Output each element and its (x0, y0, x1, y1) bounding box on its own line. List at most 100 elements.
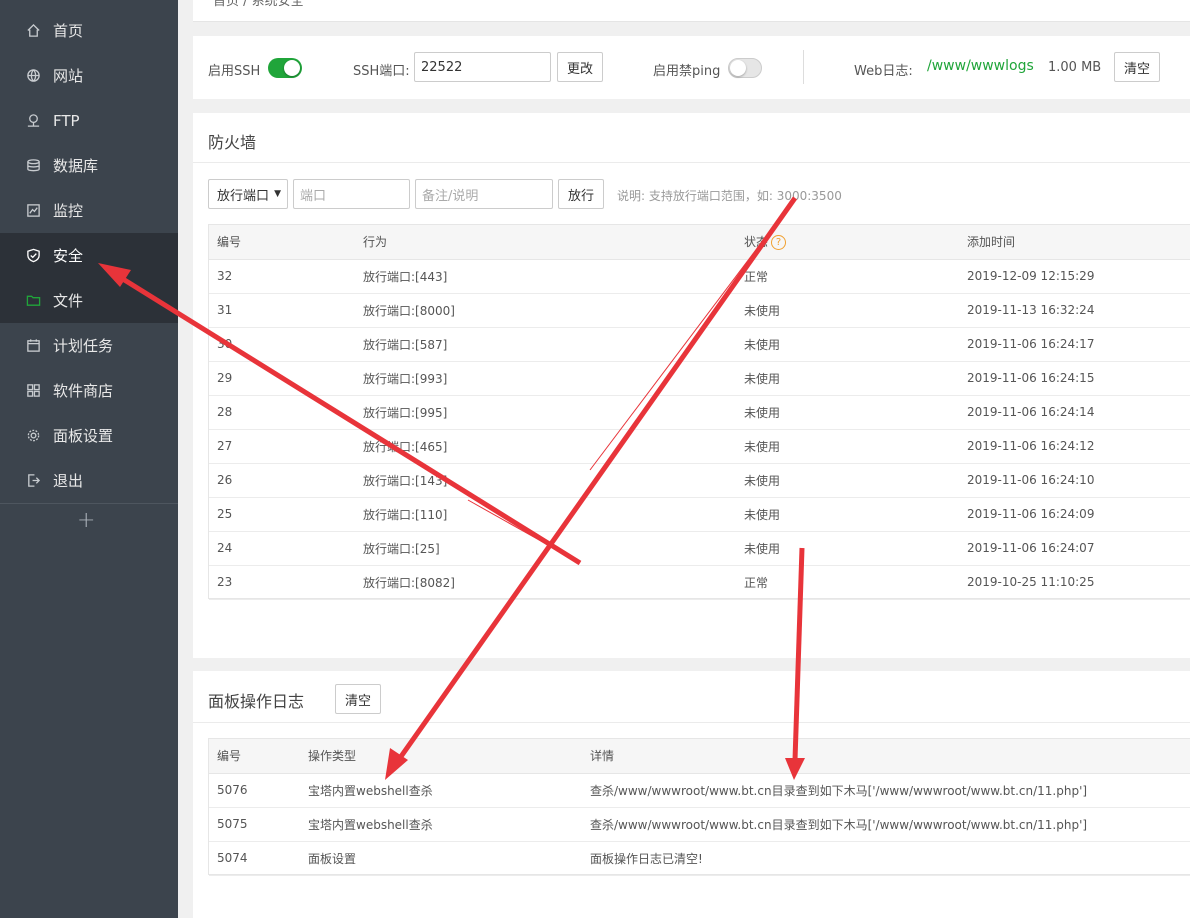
sidebar-item-label: 计划任务 (53, 337, 114, 355)
sidebar-item[interactable]: 计划任务 (0, 323, 178, 368)
sidebar-item[interactable]: 网站 (0, 53, 178, 98)
add-menu-button[interactable]: + (77, 508, 95, 533)
sidebar-menu: 首页 网站 FTP 数据库 监控 安全 文件计划任务软件商店面板设置退出 (0, 8, 178, 503)
sidebar-item-label: FTP (53, 111, 80, 130)
col-action: 行为 (355, 225, 736, 260)
cell-action: 放行端口:[110] (355, 497, 736, 532)
table-row: 5074 面板设置 面板操作日志已清空! (209, 841, 1190, 876)
cell-id: 32 (209, 259, 355, 294)
cell-time: 2019-11-06 16:24:15 (959, 361, 1190, 396)
sidebar-item[interactable]: 软件商店 (0, 368, 178, 413)
cell-status: 正常 (736, 565, 959, 600)
col-id: 编号 (209, 739, 300, 774)
cell-id: 27 (209, 429, 355, 464)
breadcrumb[interactable]: 首页 / 系统安全 (213, 0, 304, 9)
table-row: 23 放行端口:[8082] 正常 2019-10-25 11:10:25 (209, 565, 1190, 600)
sidebar-item[interactable]: 监控 (0, 188, 178, 233)
allow-port-button[interactable]: 放行 (558, 179, 604, 209)
cell-status: 未使用 (736, 497, 959, 532)
weblog-label: Web日志: (854, 64, 913, 79)
sidebar-item[interactable]: 面板设置 (0, 413, 178, 458)
monitor-icon (25, 203, 41, 219)
cell-id: 23 (209, 565, 355, 600)
cell-status: 未使用 (736, 327, 959, 362)
cell-time: 2019-12-09 12:15:29 (959, 259, 1190, 294)
cell-id: 31 (209, 293, 355, 328)
sidebar-item-label: 面板设置 (53, 427, 114, 445)
change-port-button[interactable]: 更改 (557, 52, 603, 82)
cell-time: 2019-11-06 16:24:10 (959, 463, 1190, 498)
cell-detail: 查杀/www/wwwroot/www.bt.cn目录查到如下木马['/www/w… (582, 807, 1190, 842)
cell-action: 放行端口:[8000] (355, 293, 736, 328)
cell-status: 未使用 (736, 531, 959, 566)
globe-icon (25, 68, 41, 84)
table-row: 25 放行端口:[110] 未使用 2019-11-06 16:24:09 (209, 497, 1190, 532)
col-id: 编号 (209, 225, 355, 260)
rule-type-select[interactable]: 放行端口 ▼ (208, 179, 288, 209)
panel-log-card: 面板操作日志 清空 编号 操作类型 详情 5076 宝塔内置webshell查杀查… (193, 671, 1190, 918)
table-header-row: 编号 行为 状态? 添加时间 (209, 225, 1190, 260)
cell-type: 宝塔内置webshell查杀 (300, 773, 582, 808)
ssh-port-input[interactable]: 22522 (414, 52, 551, 82)
sidebar-item[interactable]: 首页 (0, 8, 178, 53)
firewall-table-body: 32 放行端口:[443] 正常 2019-12-09 12:15:29 31 放行端口:… (209, 259, 1190, 600)
sidebar-item-label: 退出 (53, 472, 84, 490)
sidebar-divider (0, 503, 178, 504)
cell-action: 放行端口:[993] (355, 361, 736, 396)
col-detail: 详情 (582, 739, 1190, 774)
table-row: 30 放行端口:[587] 未使用 2019-11-06 16:24:17 (209, 327, 1190, 362)
cell-status: 未使用 (736, 395, 959, 430)
table-row: 5075 宝塔内置webshell查杀 查杀/www/wwwroot/www.bt.… (209, 807, 1190, 842)
cell-time: 2019-11-06 16:24:12 (959, 429, 1190, 464)
cell-time: 2019-11-06 16:24:09 (959, 497, 1190, 532)
home-icon (25, 23, 41, 39)
help-icon[interactable]: ? (771, 235, 787, 251)
caret-down-icon: ▼ (274, 189, 281, 199)
cell-action: 放行端口:[143] (355, 463, 736, 498)
cell-detail: 面板操作日志已清空! (582, 841, 1190, 876)
cell-id: 28 (209, 395, 355, 430)
cell-time: 2019-11-06 16:24:07 (959, 531, 1190, 566)
clear-log-button[interactable]: 清空 (335, 684, 381, 714)
cell-status: 未使用 (736, 463, 959, 498)
sidebar: 首页 网站 FTP 数据库 监控 安全 文件计划任务软件商店面板设置退出 + (0, 0, 178, 918)
rule-type-value: 放行端口 (217, 188, 270, 204)
cell-status: 未使用 (736, 293, 959, 328)
table-row: 32 放行端口:[443] 正常 2019-12-09 12:15:29 (209, 259, 1190, 294)
port-range-hint: 说明: 支持放行端口范围，如: 3000:3500 (617, 189, 842, 203)
calendar-icon (25, 338, 41, 354)
sidebar-item[interactable]: 数据库 (0, 143, 178, 188)
firewall-table-wrap: 编号 行为 状态? 添加时间 32 放行端口:[443] 正常 2019-12-09 … (208, 224, 1190, 600)
cell-id: 30 (209, 327, 355, 362)
sidebar-item[interactable]: 退出 (0, 458, 178, 503)
cell-id: 5076 (209, 773, 300, 808)
sidebar-item[interactable]: FTP (0, 98, 178, 143)
firewall-card: 防火墙 放行端口 ▼ 端口 备注/说明 放行 说明: 支持放行端口范围，如: 3… (193, 113, 1190, 658)
col-time: 添加时间 (959, 225, 1190, 260)
table-row: 29 放行端口:[993] 未使用 2019-11-06 16:24:15 (209, 361, 1190, 396)
table-row: 27 放行端口:[465] 未使用 2019-11-06 16:24:12 (209, 429, 1190, 464)
clear-weblog-button[interactable]: 清空 (1114, 52, 1160, 82)
breadcrumb-bar: 首页 / 系统安全 (193, 0, 1190, 22)
note-input[interactable]: 备注/说明 (415, 179, 553, 209)
col-type: 操作类型 (300, 739, 582, 774)
cell-id: 5075 (209, 807, 300, 842)
folder-icon (25, 293, 41, 309)
ping-toggle[interactable] (728, 58, 762, 78)
cell-action: 放行端口:[995] (355, 395, 736, 430)
weblog-path-link[interactable]: /www/wwwlogs (927, 58, 1034, 74)
database-icon (25, 158, 41, 174)
table-row: 28 放行端口:[995] 未使用 2019-11-06 16:24:14 (209, 395, 1190, 430)
cell-action: 放行端口:[443] (355, 259, 736, 294)
cell-type: 面板设置 (300, 841, 582, 876)
ssh-port-label: SSH端口: (353, 64, 410, 79)
firewall-table: 编号 行为 状态? 添加时间 32 放行端口:[443] 正常 2019-12-09 … (209, 225, 1190, 600)
table-row: 26 放行端口:[143] 未使用 2019-11-06 16:24:10 (209, 463, 1190, 498)
grid-icon (25, 383, 41, 399)
ssh-toggle[interactable] (268, 58, 302, 78)
cell-status: 未使用 (736, 429, 959, 464)
port-input[interactable]: 端口 (293, 179, 410, 209)
sidebar-item[interactable]: 文件 (0, 278, 178, 323)
ssh-enable-label: 启用SSH (208, 64, 261, 79)
sidebar-item[interactable]: 安全 (0, 233, 178, 278)
